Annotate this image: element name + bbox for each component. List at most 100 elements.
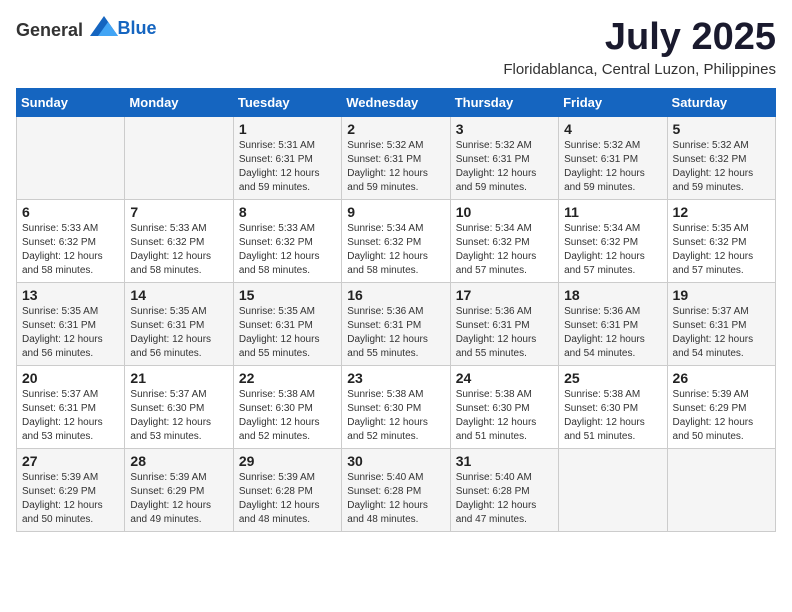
day-info: Sunrise: 5:38 AM Sunset: 6:30 PM Dayligh…	[564, 388, 661, 444]
day-number: 24	[456, 370, 553, 386]
table-row: 15 Sunrise: 5:35 AM Sunset: 6:31 PM Dayli…	[233, 283, 341, 366]
day-number: 21	[130, 370, 227, 386]
day-info: Sunrise: 5:32 AM Sunset: 6:31 PM Dayligh…	[347, 139, 444, 195]
calendar-week-2: 6 Sunrise: 5:33 AM Sunset: 6:32 PM Daylig…	[17, 200, 776, 283]
calendar-week-5: 27 Sunrise: 5:39 AM Sunset: 6:29 PM Dayli…	[17, 449, 776, 532]
day-number: 14	[130, 287, 227, 303]
day-info: Sunrise: 5:37 AM Sunset: 6:30 PM Dayligh…	[130, 388, 227, 444]
header-thursday: Thursday	[450, 89, 558, 117]
day-info: Sunrise: 5:34 AM Sunset: 6:32 PM Dayligh…	[564, 222, 661, 278]
table-row: 11 Sunrise: 5:34 AM Sunset: 6:32 PM Dayli…	[559, 200, 667, 283]
table-row	[17, 117, 125, 200]
header-monday: Monday	[125, 89, 233, 117]
table-row: 1 Sunrise: 5:31 AM Sunset: 6:31 PM Daylig…	[233, 117, 341, 200]
table-row: 12 Sunrise: 5:35 AM Sunset: 6:32 PM Dayli…	[667, 200, 775, 283]
table-row: 17 Sunrise: 5:36 AM Sunset: 6:31 PM Dayli…	[450, 283, 558, 366]
day-number: 25	[564, 370, 661, 386]
logo-general: General	[16, 20, 83, 40]
table-row: 21 Sunrise: 5:37 AM Sunset: 6:30 PM Dayli…	[125, 366, 233, 449]
day-info: Sunrise: 5:32 AM Sunset: 6:31 PM Dayligh…	[564, 139, 661, 195]
day-number: 6	[22, 204, 119, 220]
day-number: 27	[22, 453, 119, 469]
day-info: Sunrise: 5:34 AM Sunset: 6:32 PM Dayligh…	[347, 222, 444, 278]
day-info: Sunrise: 5:39 AM Sunset: 6:29 PM Dayligh…	[130, 471, 227, 527]
day-info: Sunrise: 5:37 AM Sunset: 6:31 PM Dayligh…	[673, 305, 770, 361]
table-row: 13Sunrise: 5:35 AM Sunset: 6:31 PM Dayli…	[17, 283, 125, 366]
table-row: 19 Sunrise: 5:37 AM Sunset: 6:31 PM Dayli…	[667, 283, 775, 366]
calendar-week-4: 20 Sunrise: 5:37 AM Sunset: 6:31 PM Dayli…	[17, 366, 776, 449]
day-info: Sunrise: 5:39 AM Sunset: 6:29 PM Dayligh…	[673, 388, 770, 444]
table-row: 6 Sunrise: 5:33 AM Sunset: 6:32 PM Daylig…	[17, 200, 125, 283]
header-sunday: Sunday	[17, 89, 125, 117]
table-row: 5Sunrise: 5:32 AM Sunset: 6:32 PM Daylig…	[667, 117, 775, 200]
day-info: Sunrise: 5:36 AM Sunset: 6:31 PM Dayligh…	[456, 305, 553, 361]
table-row: 4 Sunrise: 5:32 AM Sunset: 6:31 PM Daylig…	[559, 117, 667, 200]
calendar-week-3: 13 Sunrise: 5:35 AM Sunset: 6:31 PM Dayli…	[17, 283, 776, 366]
table-row: 7 Sunrise: 5:33 AM Sunset: 6:32 PM Daylig…	[125, 200, 233, 283]
table-row: 22Sunrise: 5:38 AM Sunset: 6:30 PM Dayli…	[233, 366, 341, 449]
day-info: Sunrise: 5:33 AM Sunset: 6:32 PM Dayligh…	[130, 222, 227, 278]
table-row: 23Sunrise: 5:38 AM Sunset: 6:30 PM Dayli…	[342, 366, 450, 449]
table-row: 2 Sunrise: 5:32 AM Sunset: 6:31 PM Daylig…	[342, 117, 450, 200]
calendar-week-1: 1 Sunrise: 5:31 AM Sunset: 6:31 PM Daylig…	[17, 117, 776, 200]
table-row: 27 Sunrise: 5:39 AM Sunset: 6:29 PM Dayli…	[17, 449, 125, 532]
table-row: 29 Sunrise: 5:39 AM Sunset: 6:28 PM Dayli…	[233, 449, 341, 532]
day-number: 20	[22, 370, 119, 386]
day-info: Sunrise: 5:35 AM Sunset: 6:32 PM Dayligh…	[673, 222, 770, 278]
table-row: 31Sunrise: 5:40 AM Sunset: 6:28 PM Dayli…	[450, 449, 558, 532]
day-info: Sunrise: 5:35 AM Sunset: 6:31 PM Dayligh…	[239, 305, 336, 361]
day-info: Sunrise: 5:32 AM Sunset: 6:31 PM Dayligh…	[456, 139, 553, 195]
logo-blue: Blue	[118, 18, 157, 38]
day-number: 10	[456, 204, 553, 220]
day-number: 17	[456, 287, 553, 303]
table-row: 25 Sunrise: 5:38 AM Sunset: 6:30 PM Dayli…	[559, 366, 667, 449]
day-info: Sunrise: 5:37 AM Sunset: 6:31 PM Dayligh…	[22, 388, 119, 444]
header-friday: Friday	[559, 89, 667, 117]
day-number: 7	[130, 204, 227, 220]
table-row: 14Sunrise: 5:35 AM Sunset: 6:31 PM Dayli…	[125, 283, 233, 366]
table-row: 24Sunrise: 5:38 AM Sunset: 6:30 PM Dayli…	[450, 366, 558, 449]
table-row	[125, 117, 233, 200]
day-info: Sunrise: 5:38 AM Sunset: 6:30 PM Dayligh…	[239, 388, 336, 444]
table-row: 30Sunrise: 5:40 AM Sunset: 6:28 PM Dayli…	[342, 449, 450, 532]
logo-icon	[90, 16, 118, 36]
day-number: 29	[239, 453, 336, 469]
day-number: 16	[347, 287, 444, 303]
header-saturday: Saturday	[667, 89, 775, 117]
table-row: 26Sunrise: 5:39 AM Sunset: 6:29 PM Dayli…	[667, 366, 775, 449]
table-row: 8Sunrise: 5:33 AM Sunset: 6:32 PM Daylig…	[233, 200, 341, 283]
day-number: 2	[347, 121, 444, 137]
table-row: 16 Sunrise: 5:36 AM Sunset: 6:31 PM Dayli…	[342, 283, 450, 366]
day-number: 12	[673, 204, 770, 220]
day-number: 19	[673, 287, 770, 303]
table-row: 3Sunrise: 5:32 AM Sunset: 6:31 PM Daylig…	[450, 117, 558, 200]
header-tuesday: Tuesday	[233, 89, 341, 117]
calendar-header-row: Sunday Monday Tuesday Wednesday Thursday…	[17, 89, 776, 117]
day-number: 4	[564, 121, 661, 137]
day-number: 28	[130, 453, 227, 469]
day-number: 15	[239, 287, 336, 303]
logo: General Blue	[16, 16, 157, 41]
month-title: July 2025	[503, 16, 776, 59]
day-info: Sunrise: 5:31 AM Sunset: 6:31 PM Dayligh…	[239, 139, 336, 195]
day-number: 1	[239, 121, 336, 137]
day-number: 31	[456, 453, 553, 469]
day-info: Sunrise: 5:39 AM Sunset: 6:29 PM Dayligh…	[22, 471, 119, 527]
day-info: Sunrise: 5:33 AM Sunset: 6:32 PM Dayligh…	[239, 222, 336, 278]
day-number: 11	[564, 204, 661, 220]
title-area: July 2025 Floridablanca, Central Luzon, …	[503, 16, 776, 78]
day-info: Sunrise: 5:40 AM Sunset: 6:28 PM Dayligh…	[347, 471, 444, 527]
day-info: Sunrise: 5:33 AM Sunset: 6:32 PM Dayligh…	[22, 222, 119, 278]
location-title: Floridablanca, Central Luzon, Philippine…	[503, 61, 776, 78]
day-info: Sunrise: 5:36 AM Sunset: 6:31 PM Dayligh…	[564, 305, 661, 361]
day-number: 9	[347, 204, 444, 220]
table-row	[559, 449, 667, 532]
day-info: Sunrise: 5:39 AM Sunset: 6:28 PM Dayligh…	[239, 471, 336, 527]
day-number: 23	[347, 370, 444, 386]
day-info: Sunrise: 5:32 AM Sunset: 6:32 PM Dayligh…	[673, 139, 770, 195]
table-row: 20 Sunrise: 5:37 AM Sunset: 6:31 PM Dayli…	[17, 366, 125, 449]
day-number: 13	[22, 287, 119, 303]
day-info: Sunrise: 5:36 AM Sunset: 6:31 PM Dayligh…	[347, 305, 444, 361]
header-wednesday: Wednesday	[342, 89, 450, 117]
table-row: 10Sunrise: 5:34 AM Sunset: 6:32 PM Dayli…	[450, 200, 558, 283]
